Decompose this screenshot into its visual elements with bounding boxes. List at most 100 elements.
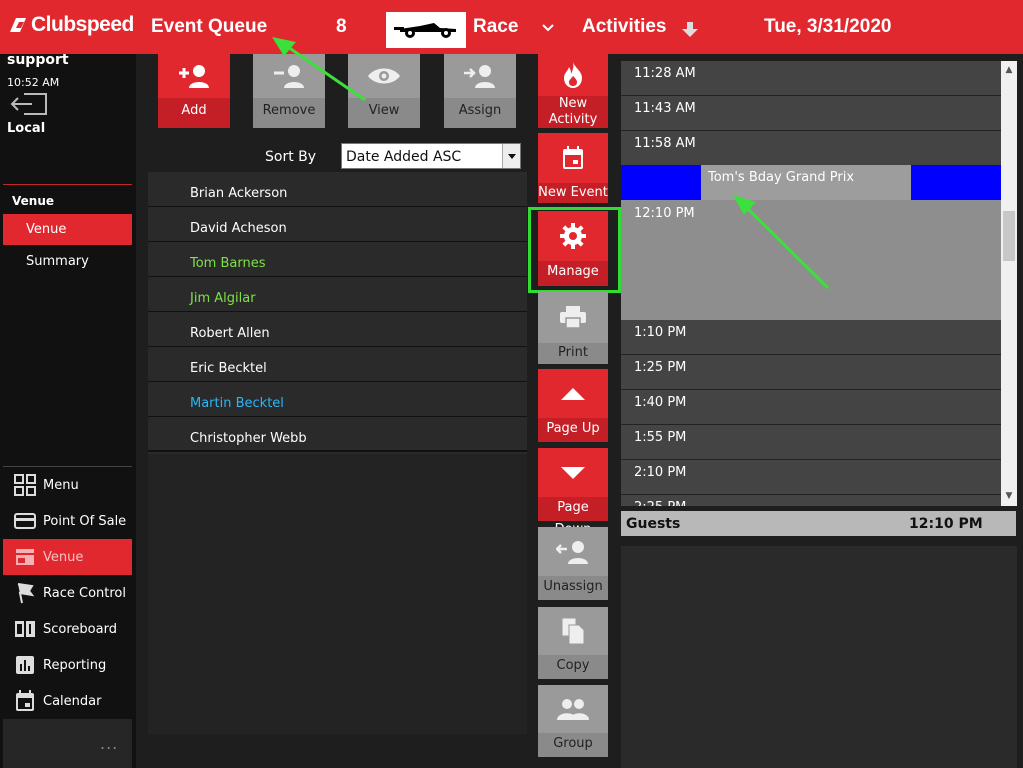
page-up-button[interactable]: Page Up	[538, 369, 608, 442]
guests-panel	[621, 546, 1017, 768]
nav-item-venue[interactable]: Venue	[3, 539, 132, 575]
calendar-icon	[13, 689, 37, 713]
queue-row-name: Tom Barnes	[190, 256, 266, 271]
schedule-slot[interactable]: 1:40 PM	[621, 390, 1001, 425]
new-event-button[interactable]: New Event	[538, 133, 608, 203]
schedule-slot[interactable]: 1:10 PM	[621, 320, 1001, 355]
queue-row[interactable]: Christopher Webb	[148, 417, 527, 452]
queue-empty-area	[148, 454, 527, 734]
queue-row[interactable]: Eric Becktel	[148, 347, 527, 382]
queue-row[interactable]: Robert Allen	[148, 312, 527, 347]
nav-item-calendar[interactable]: Calendar	[3, 683, 132, 719]
new-activity-button[interactable]: New Activity	[538, 54, 608, 128]
eye-icon	[367, 54, 401, 98]
sort-select-value: Date Added ASC	[346, 149, 462, 165]
schedule-slot[interactable]: 11:43 AM	[621, 96, 1001, 131]
scoreboard-icon	[13, 617, 37, 641]
race-car-icon	[394, 23, 456, 38]
queue-row[interactable]: Tom Barnes	[148, 242, 527, 277]
chart-icon	[13, 653, 37, 677]
user-location: Local	[7, 121, 46, 136]
remove-button-label: Remove	[253, 98, 325, 128]
flag-icon	[13, 581, 37, 605]
queue-row[interactable]: David Acheson	[148, 207, 527, 242]
unassign-person-icon	[556, 527, 590, 576]
sidebar-section-title: Venue	[12, 194, 54, 208]
race-type-label[interactable]: Race	[473, 16, 518, 38]
queue-row[interactable]: Martin Becktel	[148, 382, 527, 417]
nav-item-race-control[interactable]: Race Control	[3, 575, 132, 611]
queue-row-name: David Acheson	[190, 221, 287, 236]
nav-item-menu[interactable]: Menu	[3, 467, 132, 503]
nav-item-label: Reporting	[43, 657, 107, 673]
nav-item-point-of-sale[interactable]: Point Of Sale	[3, 503, 132, 539]
nav-item-label: Point Of Sale	[43, 513, 127, 529]
nav-item-label: Venue	[43, 549, 84, 565]
sidebar-subitem-summary[interactable]: Summary	[3, 246, 132, 277]
grid-icon	[13, 473, 37, 497]
queue-row-name: Eric Becktel	[190, 361, 267, 376]
new-activity-label: New Activity	[538, 96, 608, 128]
nav-item-label: Calendar	[43, 693, 102, 709]
schedule-slot[interactable]: 11:58 AM	[621, 131, 1001, 166]
queue-row[interactable]: Brian Ackerson	[148, 172, 527, 207]
logout-icon[interactable]	[10, 92, 48, 116]
schedule-scrollbar[interactable]: ▲ ▼	[1001, 61, 1017, 506]
nav-item-label: Menu	[43, 477, 79, 493]
sort-by-label: Sort By	[265, 149, 317, 165]
caret-up-icon	[560, 369, 586, 418]
sort-select[interactable]: Date Added ASC	[341, 143, 521, 169]
flame-icon	[563, 54, 583, 96]
schedule-slot[interactable]: 2:10 PM	[621, 460, 1001, 495]
scroll-up-icon[interactable]: ▲	[1004, 65, 1014, 75]
remove-person-icon	[272, 54, 306, 98]
printer-icon	[559, 291, 587, 343]
nav-item-scoreboard[interactable]: Scoreboard	[3, 611, 132, 647]
guests-time: 12:10 PM	[909, 516, 983, 532]
copy-button[interactable]: Copy	[538, 607, 608, 679]
print-button[interactable]: Print	[538, 291, 608, 364]
user-time: 10:52 AM	[7, 76, 60, 89]
brand-name: Clubspeed	[31, 13, 134, 36]
add-button-label: Add	[158, 98, 230, 128]
arrow-down-icon[interactable]	[681, 22, 699, 38]
chevron-down-icon[interactable]	[502, 144, 520, 168]
schedule-list[interactable]: 11:28 AM 11:43 AM 11:58 AM Tom's Bday Gr…	[621, 61, 1017, 506]
queue-row-name: Robert Allen	[190, 326, 270, 341]
schedule-slot[interactable]: 11:28 AM	[621, 61, 1001, 96]
schedule-slot[interactable]: 1:25 PM	[621, 355, 1001, 390]
scroll-down-icon[interactable]: ▼	[1004, 491, 1014, 501]
view-button[interactable]: View	[348, 54, 420, 128]
schedule-event[interactable]: Tom's Bday Grand Prix	[701, 165, 911, 200]
schedule-slot-selected[interactable]: 12:10 PM	[621, 200, 1001, 320]
race-car-selector[interactable]	[386, 12, 466, 48]
copy-label: Copy	[538, 655, 608, 679]
page-down-button[interactable]: Page Down	[538, 448, 608, 537]
store-icon	[13, 545, 37, 569]
chevron-down-icon[interactable]	[542, 24, 554, 32]
brand-logo: Clubspeed	[6, 13, 134, 37]
calendar-icon	[562, 133, 584, 183]
group-button[interactable]: Group	[538, 685, 608, 757]
schedule-slot[interactable]: 2:25 PM	[621, 495, 1001, 506]
unassign-button[interactable]: Unassign	[538, 527, 608, 600]
queue-row[interactable]: Jim Algilar	[148, 277, 527, 312]
guests-header: Guests 12:10 PM	[621, 511, 1016, 536]
page-up-label: Page Up	[538, 418, 608, 442]
assign-button[interactable]: Assign	[444, 54, 516, 128]
scroll-thumb[interactable]	[1003, 211, 1015, 261]
remove-button[interactable]: Remove	[253, 54, 325, 128]
sidebar-divider	[3, 184, 132, 185]
current-date: Tue, 3/31/2020	[764, 16, 892, 37]
group-icon	[556, 685, 590, 733]
top-bar: Clubspeed Event Queue 8 Race Activities …	[0, 0, 1023, 54]
nav-item-reporting[interactable]: Reporting	[3, 647, 132, 683]
add-button[interactable]: Add	[158, 54, 230, 128]
assign-person-icon	[463, 54, 497, 98]
nav-item-label: Race Control	[43, 585, 126, 601]
more-icon[interactable]: ...	[100, 734, 118, 753]
view-button-label: View	[348, 98, 420, 128]
schedule-slot[interactable]: 1:55 PM	[621, 425, 1001, 460]
sidebar-subitem-venue[interactable]: Venue	[3, 214, 132, 245]
activities-label[interactable]: Activities	[582, 16, 666, 38]
